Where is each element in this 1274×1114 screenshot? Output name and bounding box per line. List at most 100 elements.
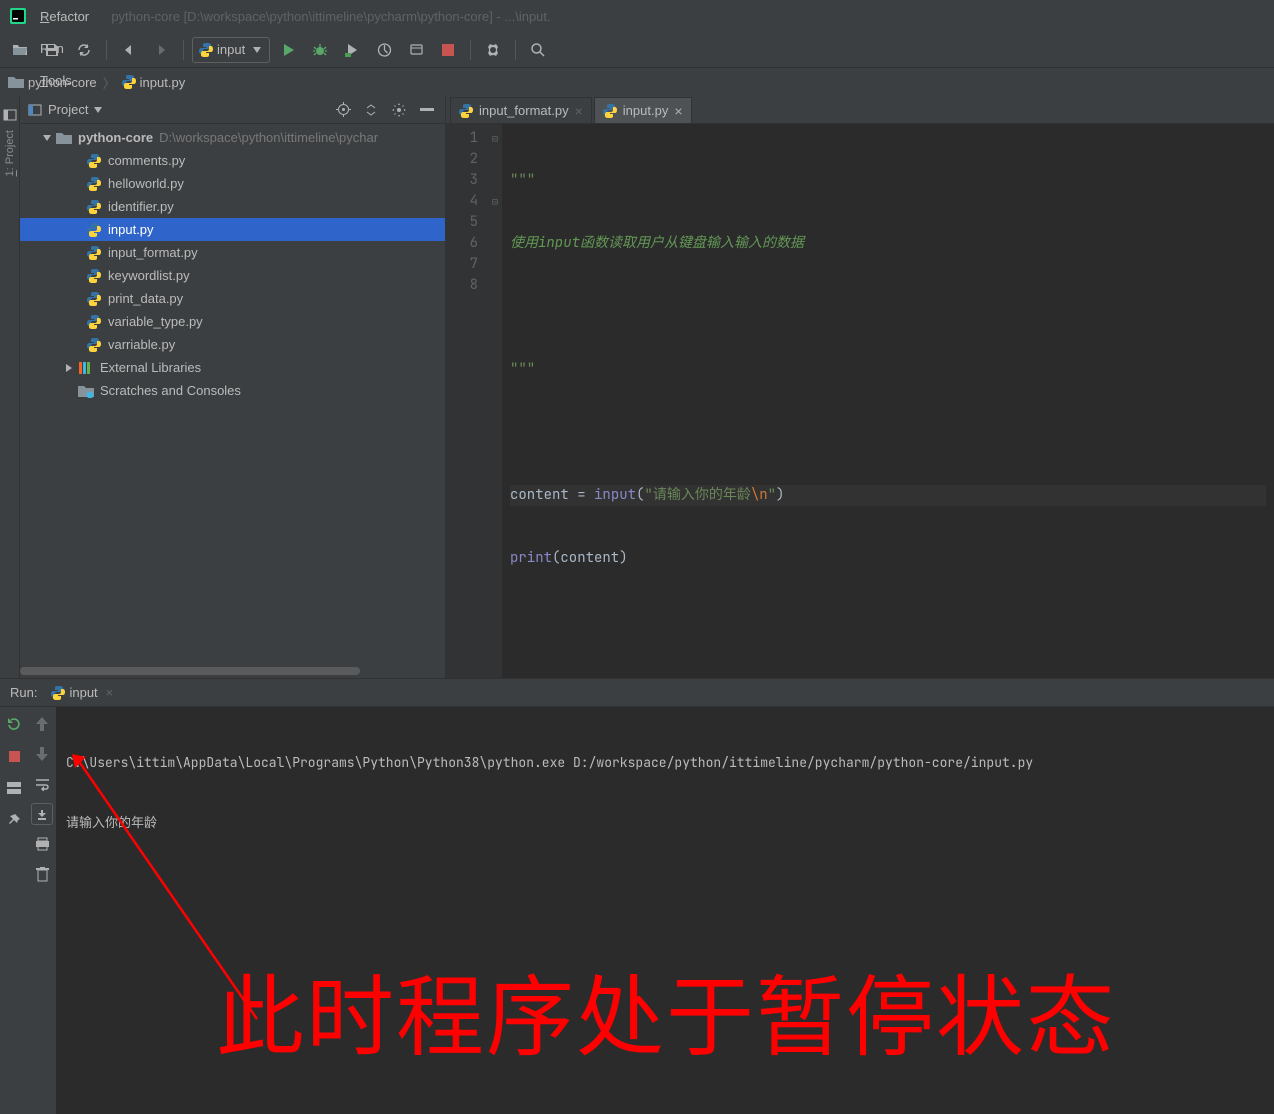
search-icon[interactable] xyxy=(524,36,552,64)
close-icon[interactable]: × xyxy=(575,104,583,118)
tree-file[interactable]: input.py xyxy=(20,218,445,241)
soft-wrap-icon[interactable] xyxy=(31,773,53,795)
console-line: 请输入你的年龄 xyxy=(66,813,1264,833)
chevron-right-icon xyxy=(62,363,76,373)
tree-file[interactable]: variable_type.py xyxy=(20,310,445,333)
pyfile-icon xyxy=(86,176,102,192)
run-coverage-icon[interactable] xyxy=(338,36,366,64)
pyfile-icon xyxy=(459,104,473,118)
project-panel-header: Project xyxy=(20,96,445,124)
stop-icon[interactable] xyxy=(3,745,25,767)
locate-icon[interactable] xyxy=(333,102,353,117)
project-tool-icon[interactable] xyxy=(3,108,17,122)
close-icon[interactable]: × xyxy=(674,104,682,118)
run-config-tab[interactable]: input × xyxy=(51,685,113,700)
tree-file[interactable]: varriable.py xyxy=(20,333,445,356)
up-icon[interactable] xyxy=(31,713,53,735)
tree-file[interactable]: comments.py xyxy=(20,149,445,172)
profile-icon[interactable] xyxy=(370,36,398,64)
stop-icon[interactable] xyxy=(434,36,462,64)
run-actions-primary xyxy=(0,707,28,1114)
open-icon[interactable] xyxy=(6,36,34,64)
back-icon[interactable] xyxy=(115,36,143,64)
rerun-icon[interactable] xyxy=(3,713,25,735)
project-view-icon xyxy=(28,103,42,117)
pyfile-icon xyxy=(86,245,102,261)
caret-down-icon[interactable] xyxy=(94,107,102,113)
scratches-icon xyxy=(78,383,94,399)
external-libraries[interactable]: External Libraries xyxy=(20,356,445,379)
editor-tabs: input_format.py×input.py× xyxy=(446,96,1274,124)
pyfile-icon xyxy=(86,268,102,284)
attach-icon[interactable] xyxy=(402,36,430,64)
run-configuration-combo[interactable]: input xyxy=(192,37,270,63)
scroll-to-end-icon[interactable] xyxy=(31,803,53,825)
project-root[interactable]: python-core D:\workspace\python\ittimeli… xyxy=(20,126,445,149)
folder-icon xyxy=(8,75,24,89)
expand-all-icon[interactable] xyxy=(361,102,381,117)
console-line: C:\Users\ittim\AppData\Local\Programs\Py… xyxy=(66,753,1264,773)
layout-icon[interactable] xyxy=(3,777,25,799)
run-config-label: input xyxy=(217,42,245,57)
pyfile-icon xyxy=(122,75,136,89)
chevron-down-icon xyxy=(40,133,54,143)
pyfile-icon xyxy=(86,337,102,353)
pin-icon[interactable] xyxy=(3,809,25,831)
debug-icon[interactable] xyxy=(306,36,334,64)
libraries-icon xyxy=(78,360,94,376)
forward-icon[interactable] xyxy=(147,36,175,64)
toolbar: input xyxy=(0,32,1274,68)
caret-down-icon xyxy=(253,47,261,53)
pyfile-icon xyxy=(86,222,102,238)
down-icon[interactable] xyxy=(31,743,53,765)
breadcrumb: python-core 〉 input.py xyxy=(0,68,1274,96)
run-icon[interactable] xyxy=(274,36,302,64)
code-editor[interactable]: 12345678 ⊟⊟ """ 使用input函数读取用户从键盘输入输入的数据 … xyxy=(446,124,1274,678)
breadcrumb-item[interactable]: python-core xyxy=(8,75,97,90)
line-number-gutter: 12345678 xyxy=(446,124,488,678)
hide-icon[interactable] xyxy=(417,102,437,117)
editor-area: input_format.py×input.py× 12345678 ⊟⊟ ""… xyxy=(446,96,1274,678)
run-actions-secondary xyxy=(28,707,56,1114)
window-title: python-core [D:\workspace\python\ittimel… xyxy=(111,9,550,24)
menu-refactor[interactable]: Refactor xyxy=(32,0,99,32)
python-icon xyxy=(51,686,65,700)
run-config-name: input xyxy=(69,685,97,700)
menu-bar: FileEditViewNavigateCodeRefactorRunTools… xyxy=(0,0,1274,32)
save-all-icon[interactable] xyxy=(38,36,66,64)
trash-icon[interactable] xyxy=(31,863,53,885)
breadcrumb-item[interactable]: input.py xyxy=(122,75,186,90)
fold-gutter: ⊟⊟ xyxy=(488,124,502,678)
project-tree[interactable]: python-core D:\workspace\python\ittimeli… xyxy=(20,124,445,664)
pyfile-icon xyxy=(603,104,617,118)
editor-tab[interactable]: input.py× xyxy=(594,97,692,123)
settings-icon[interactable] xyxy=(479,36,507,64)
breadcrumb-label: python-core xyxy=(28,75,97,90)
pyfile-icon xyxy=(86,199,102,215)
run-tool-header: Run: input × xyxy=(0,679,1274,707)
pycharm-logo-icon xyxy=(10,8,26,24)
project-tool-label[interactable]: 1: Project xyxy=(2,126,18,180)
tree-file[interactable]: helloworld.py xyxy=(20,172,445,195)
print-icon[interactable] xyxy=(31,833,53,855)
run-tool-window: Run: input × C:\Users\ittim\AppData\Loca… xyxy=(0,678,1274,1114)
folder-icon xyxy=(56,130,72,146)
pyfile-icon xyxy=(86,291,102,307)
tree-file[interactable]: print_data.py xyxy=(20,287,445,310)
project-panel-title: Project xyxy=(48,102,88,117)
tree-file[interactable]: input_format.py xyxy=(20,241,445,264)
pyfile-icon xyxy=(86,153,102,169)
editor-tab[interactable]: input_format.py× xyxy=(450,97,592,123)
breadcrumb-label: input.py xyxy=(140,75,186,90)
tree-file[interactable]: identifier.py xyxy=(20,195,445,218)
console-output[interactable]: C:\Users\ittim\AppData\Local\Programs\Py… xyxy=(56,707,1274,1114)
gear-icon[interactable] xyxy=(389,102,409,117)
close-icon[interactable]: × xyxy=(106,685,114,700)
code-content[interactable]: """ 使用input函数读取用户从键盘输入输入的数据 """ content … xyxy=(502,124,1274,678)
left-tool-stripe: 1: Project xyxy=(0,96,20,678)
tree-file[interactable]: keywordlist.py xyxy=(20,264,445,287)
scratches-consoles[interactable]: Scratches and Consoles xyxy=(20,379,445,402)
horizontal-scrollbar[interactable] xyxy=(20,664,445,678)
sync-icon[interactable] xyxy=(70,36,98,64)
python-icon xyxy=(199,43,213,57)
